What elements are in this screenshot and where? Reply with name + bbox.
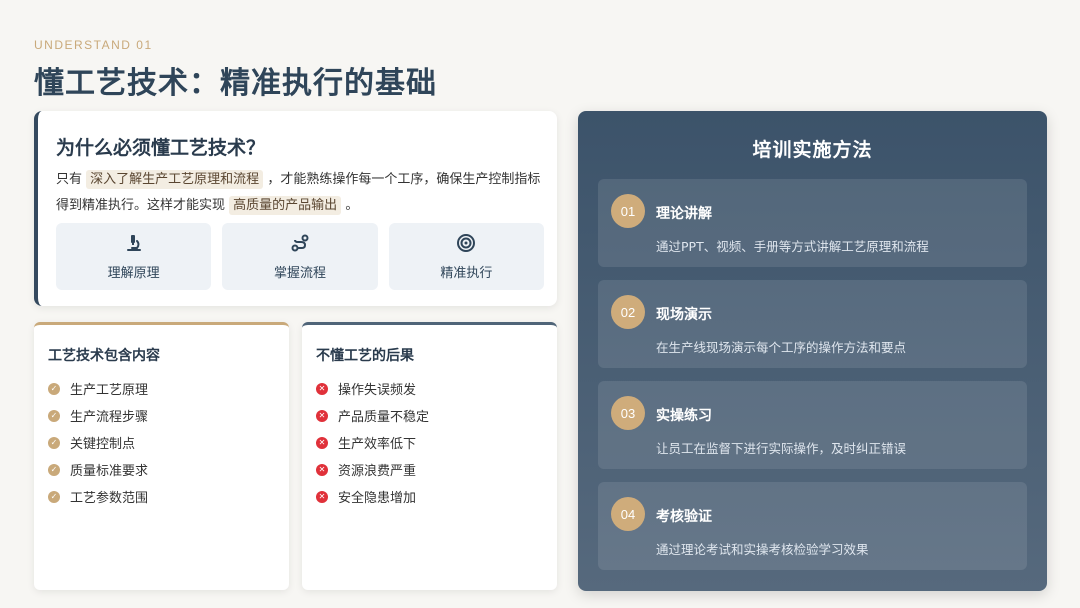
step-number-badge: 02: [611, 295, 645, 329]
list-item-label: 操作失误频发: [338, 383, 417, 398]
check-icon: ✓: [48, 490, 60, 503]
step-number-badge: 01: [611, 194, 645, 228]
why-card: 为什么必须懂工艺技术？ 只有 深入了解生产工艺原理和流程 ，才能熟练操作每一个工…: [34, 111, 557, 306]
step-title: 实操练习: [656, 408, 712, 424]
check-icon: ✓: [48, 382, 60, 395]
pill-row: 理解原理 掌握流程 精准执行: [56, 223, 544, 290]
list-item-label: 生产效率低下: [338, 437, 417, 452]
list-item: ✓ 工艺参数范围: [48, 483, 148, 510]
list-item: ✕ 产品质量不稳定: [316, 402, 429, 429]
list-item: ✓ 关键控制点: [48, 429, 148, 456]
why-title: 为什么必须懂工艺技术？: [56, 137, 266, 159]
why-highlight-1: 深入了解生产工艺原理和流程: [86, 170, 264, 189]
check-icon: ✓: [48, 436, 60, 449]
why-highlight-2: 高质量的产品输出: [229, 196, 342, 215]
pill-master: 掌握流程: [222, 223, 378, 290]
list-item-label: 生产工艺原理: [70, 383, 149, 398]
step-card: 04 考核验证 通过理论考试和实操考核检验学习效果: [598, 482, 1027, 570]
list-item-label: 生产流程步骤: [70, 410, 149, 425]
step-number-badge: 03: [611, 396, 645, 430]
route-icon: [289, 232, 311, 254]
list-item-label: 产品质量不稳定: [338, 410, 430, 425]
pill-execute: 精准执行: [388, 223, 544, 290]
microscope-icon: [123, 232, 145, 254]
pill-label: 掌握流程: [273, 266, 326, 281]
step-card: 02 现场演示 在生产线现场演示每个工序的操作方法和要点: [598, 280, 1027, 368]
step-title: 理论讲解: [656, 206, 712, 222]
step-description: 在生产线现场演示每个工序的操作方法和要点: [656, 340, 907, 355]
step-number-badge: 04: [611, 497, 645, 531]
why-text-3: 。: [345, 198, 359, 213]
pill-understand: 理解原理: [56, 223, 212, 290]
pill-label: 精准执行: [440, 266, 493, 281]
eyebrow-label: UNDERSTAND 01: [34, 38, 153, 52]
x-icon: ✕: [316, 436, 328, 449]
list-item: ✕ 安全隐患增加: [316, 483, 429, 510]
list-item-label: 关键控制点: [70, 437, 136, 452]
why-text-1: 只有: [56, 172, 83, 187]
page-title: 懂工艺技术：精准执行的基础: [34, 66, 437, 101]
content-card-title: 工艺技术包含内容: [48, 348, 160, 364]
step-description: 通过PPT、视频、手册等方式讲解工艺原理和流程: [656, 239, 929, 254]
content-list: ✓ 生产工艺原理 ✓ 生产流程步骤 ✓ 关键控制点 ✓ 质量标准要求 ✓ 工艺参数范围: [48, 375, 148, 510]
list-item-label: 工艺参数范围: [70, 491, 149, 506]
target-icon: [455, 232, 477, 254]
list-item-label: 资源浪费严重: [338, 464, 417, 479]
x-icon: ✕: [316, 382, 328, 395]
step-card: 03 实操练习 让员工在监督下进行实际操作，及时纠正错误: [598, 381, 1027, 469]
list-item-label: 质量标准要求: [70, 464, 149, 479]
x-icon: ✕: [316, 463, 328, 476]
list-item-label: 安全隐患增加: [338, 491, 417, 506]
list-item: ✓ 生产流程步骤: [48, 402, 148, 429]
x-icon: ✕: [316, 409, 328, 422]
list-item: ✓ 质量标准要求: [48, 456, 148, 483]
why-paragraph: 只有 深入了解生产工艺原理和流程 ，才能熟练操作每一个工序，确保生产控制指标得到…: [56, 167, 548, 219]
pill-label: 理解原理: [107, 266, 160, 281]
step-description: 让员工在监督下进行实际操作，及时纠正错误: [656, 441, 907, 456]
method-title: 培训实施方法: [752, 139, 873, 161]
step-title: 现场演示: [656, 307, 712, 323]
check-icon: ✓: [48, 409, 60, 422]
step-card: 01 理论讲解 通过PPT、视频、手册等方式讲解工艺原理和流程: [598, 179, 1027, 267]
list-item: ✓ 生产工艺原理: [48, 375, 148, 402]
method-panel: 培训实施方法 01 理论讲解 通过PPT、视频、手册等方式讲解工艺原理和流程 0…: [578, 111, 1047, 591]
list-item: ✕ 生产效率低下: [316, 429, 429, 456]
list-item: ✕ 资源浪费严重: [316, 456, 429, 483]
consequence-card: 不懂工艺的后果 ✕ 操作失误频发 ✕ 产品质量不稳定 ✕ 生产效率低下 ✕ 资源浪费严重…: [302, 322, 557, 590]
check-icon: ✓: [48, 463, 60, 476]
step-title: 考核验证: [656, 509, 712, 525]
x-icon: ✕: [316, 490, 328, 503]
consequence-list: ✕ 操作失误频发 ✕ 产品质量不稳定 ✕ 生产效率低下 ✕ 资源浪费严重 ✕ 安全隐患增加: [316, 375, 429, 510]
content-card: 工艺技术包含内容 ✓ 生产工艺原理 ✓ 生产流程步骤 ✓ 关键控制点 ✓ 质量标准要求 …: [34, 322, 289, 590]
consequence-card-title: 不懂工艺的后果: [316, 348, 414, 364]
list-item: ✕ 操作失误频发: [316, 375, 429, 402]
step-description: 通过理论考试和实操考核检验学习效果: [656, 542, 869, 557]
